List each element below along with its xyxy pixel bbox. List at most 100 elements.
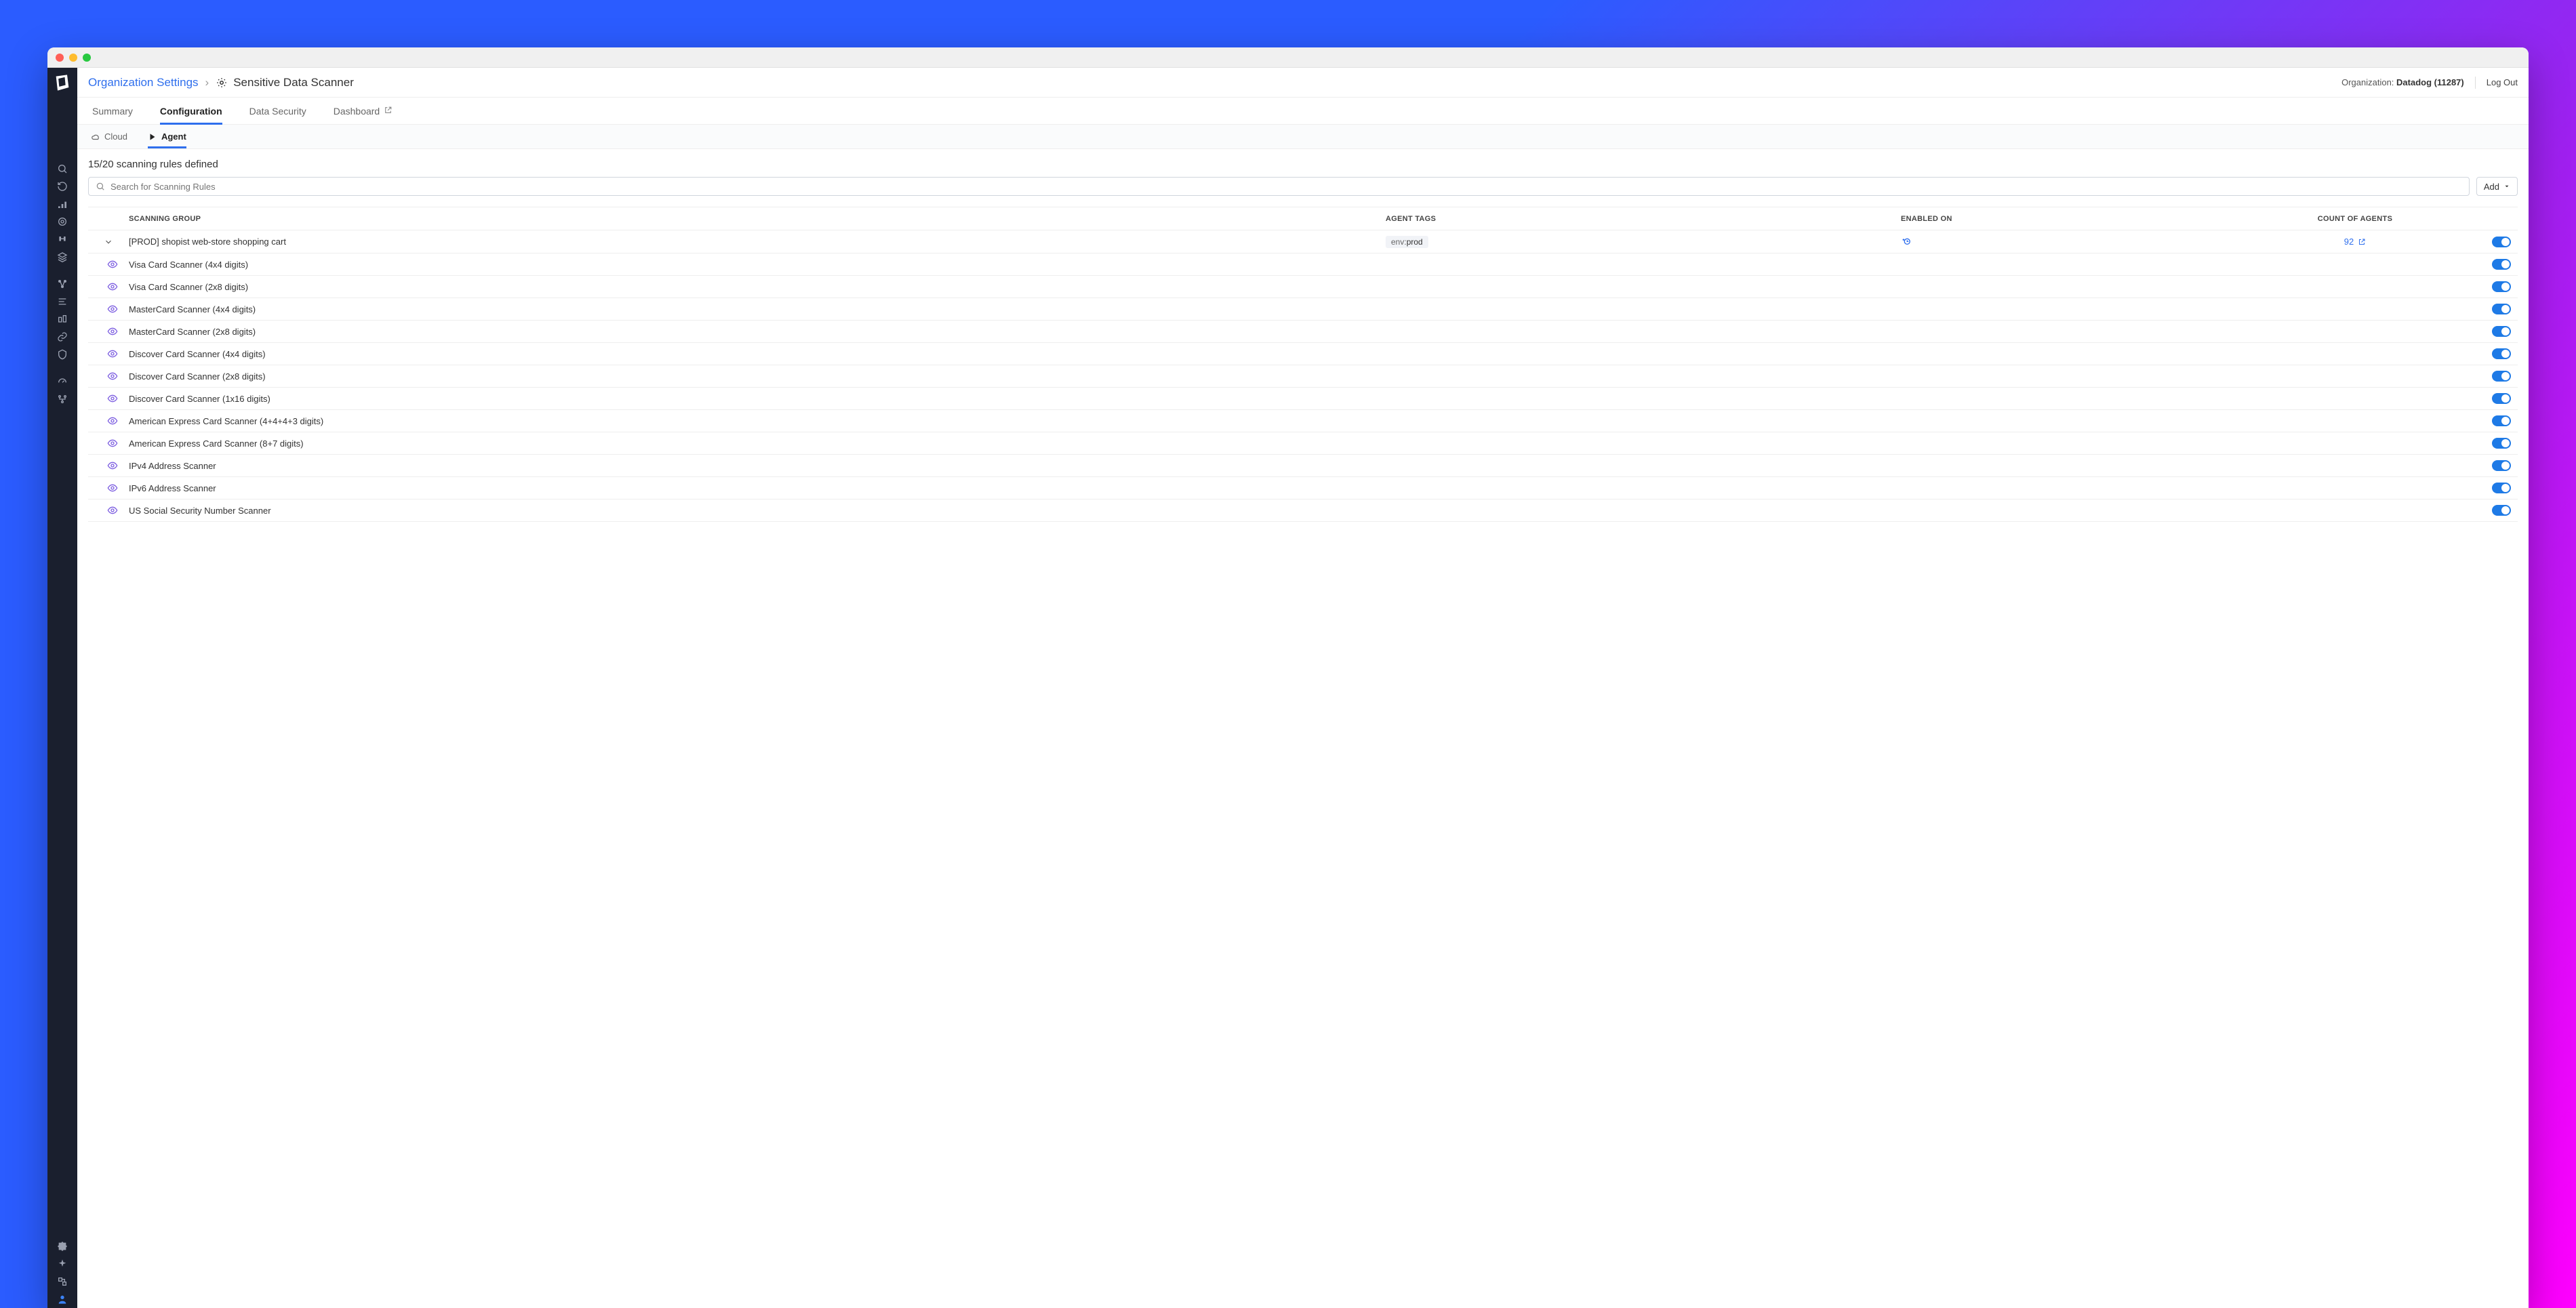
chevron-right-icon: › (205, 76, 209, 89)
target-nav-icon[interactable] (47, 213, 77, 230)
app-window: Organization Settings › Sensitive Data S… (47, 47, 2529, 1308)
tab-summary[interactable]: Summary (92, 98, 133, 124)
rule-row[interactable]: IPv6 Address Scanner (88, 477, 2518, 499)
rule-toggle[interactable] (2492, 438, 2511, 449)
list-nav-icon[interactable] (47, 293, 77, 310)
gauge-nav-icon[interactable] (47, 373, 77, 390)
secondary-tabs: Cloud Agent (77, 125, 2529, 149)
rule-row[interactable]: Discover Card Scanner (4x4 digits) (88, 343, 2518, 365)
eye-icon (88, 348, 129, 359)
nav-sidebar (47, 68, 77, 1308)
eye-icon (88, 371, 129, 382)
breadcrumb-root-link[interactable]: Organization Settings (88, 76, 199, 89)
apm-nav-icon[interactable] (47, 310, 77, 328)
flow-nav-icon[interactable] (47, 390, 77, 408)
logout-link[interactable]: Log Out (2487, 77, 2518, 87)
rule-toggle[interactable] (2492, 415, 2511, 426)
subtab-cloud[interactable]: Cloud (91, 125, 127, 148)
agent-count-link[interactable]: 92 (2344, 237, 2354, 247)
rule-name: IPv6 Address Scanner (129, 483, 1386, 493)
search-nav-icon[interactable] (47, 160, 77, 178)
rule-name: US Social Security Number Scanner (129, 506, 1386, 516)
rule-toggle[interactable] (2492, 460, 2511, 471)
rule-row[interactable]: Visa Card Scanner (4x4 digits) (88, 253, 2518, 276)
rule-row[interactable]: US Social Security Number Scanner (88, 499, 2518, 522)
rule-name: American Express Card Scanner (4+4+4+3 d… (129, 416, 1386, 426)
rule-row[interactable]: MasterCard Scanner (2x8 digits) (88, 321, 2518, 343)
subtab-label: Cloud (104, 131, 127, 142)
rule-toggle[interactable] (2492, 393, 2511, 404)
rule-toggle[interactable] (2492, 326, 2511, 337)
rule-toggle[interactable] (2492, 348, 2511, 359)
rule-name: MasterCard Scanner (4x4 digits) (129, 304, 1386, 314)
table-header: SCANNING GROUP AGENT TAGS ENABLED ON COU… (88, 207, 2518, 230)
shield-nav-icon[interactable] (47, 346, 77, 363)
agent-tag-pill[interactable]: env:prod (1386, 236, 1428, 248)
team-nav-icon[interactable] (47, 1273, 77, 1290)
window-controls (56, 54, 91, 62)
expand-chevron-icon[interactable] (88, 237, 129, 247)
external-link-icon (2358, 238, 2366, 246)
minimize-icon[interactable] (69, 54, 77, 62)
scanner-icon (216, 77, 228, 89)
rule-toggle[interactable] (2492, 259, 2511, 270)
maximize-icon[interactable] (83, 54, 91, 62)
content-area: 15/20 scanning rules defined Add SCANNIN (77, 149, 2529, 1308)
tab-data-security[interactable]: Data Security (249, 98, 306, 124)
rule-row[interactable]: MasterCard Scanner (4x4 digits) (88, 298, 2518, 321)
eye-icon (88, 438, 129, 449)
eye-icon (88, 326, 129, 337)
eye-icon (88, 483, 129, 493)
col-agent-count: COUNT OF AGENTS (2247, 208, 2463, 230)
group-name: [PROD] shopist web-store shopping cart (129, 237, 1386, 247)
sparkle-nav-icon[interactable] (47, 1255, 77, 1273)
rule-toggle[interactable] (2492, 281, 2511, 292)
rule-toggle[interactable] (2492, 483, 2511, 493)
tab-dashboard[interactable]: Dashboard (334, 98, 393, 124)
rule-name: Visa Card Scanner (2x8 digits) (129, 282, 1386, 292)
rule-row[interactable]: American Express Card Scanner (8+7 digit… (88, 432, 2518, 455)
eye-icon (88, 281, 129, 292)
rule-toggle[interactable] (2492, 371, 2511, 382)
rule-row[interactable]: Visa Card Scanner (2x8 digits) (88, 276, 2518, 298)
settings-nav-icon[interactable] (47, 1290, 77, 1308)
eye-icon (88, 505, 129, 516)
group-toggle[interactable] (2492, 237, 2511, 247)
divider (2475, 77, 2476, 89)
primary-tabs: Summary Configuration Data Security Dashboa… (77, 98, 2529, 125)
chevron-down-icon (2503, 183, 2510, 190)
search-input[interactable] (110, 182, 2462, 192)
eye-icon (88, 460, 129, 471)
puzzle-nav-icon[interactable] (47, 1238, 77, 1255)
rule-toggle[interactable] (2492, 505, 2511, 516)
agent-icon (148, 132, 157, 142)
network-nav-icon[interactable] (47, 275, 77, 293)
main-panel: Organization Settings › Sensitive Data S… (77, 68, 2529, 1308)
rule-toggle[interactable] (2492, 304, 2511, 314)
tab-configuration[interactable]: Configuration (160, 98, 222, 124)
add-button[interactable]: Add (2476, 177, 2518, 196)
rule-row[interactable]: Discover Card Scanner (1x16 digits) (88, 388, 2518, 410)
page-title: Sensitive Data Scanner (233, 76, 354, 89)
rule-row[interactable]: IPv4 Address Scanner (88, 455, 2518, 477)
rule-name: Discover Card Scanner (2x8 digits) (129, 371, 1386, 382)
rule-name: Discover Card Scanner (4x4 digits) (129, 349, 1386, 359)
rule-name: MasterCard Scanner (2x8 digits) (129, 327, 1386, 337)
subtab-agent[interactable]: Agent (148, 125, 186, 148)
rule-row[interactable]: American Express Card Scanner (4+4+4+3 d… (88, 410, 2518, 432)
layers-nav-icon[interactable] (47, 248, 77, 266)
close-icon[interactable] (56, 54, 64, 62)
rules-count-status: 15/20 scanning rules defined (88, 159, 2518, 170)
enabled-on-icon (1901, 235, 2247, 248)
search-field[interactable] (88, 177, 2470, 196)
titlebar (47, 47, 2529, 68)
datadog-logo-icon[interactable] (53, 73, 72, 92)
binoculars-nav-icon[interactable] (47, 230, 77, 248)
link-nav-icon[interactable] (47, 328, 77, 346)
rule-row[interactable]: Discover Card Scanner (2x8 digits) (88, 365, 2518, 388)
scanning-group-row[interactable]: [PROD] shopist web-store shopping cart e… (88, 230, 2518, 253)
eye-icon (88, 393, 129, 404)
history-nav-icon[interactable] (47, 178, 77, 195)
dashboard-nav-icon[interactable] (47, 195, 77, 213)
search-icon (96, 182, 105, 191)
